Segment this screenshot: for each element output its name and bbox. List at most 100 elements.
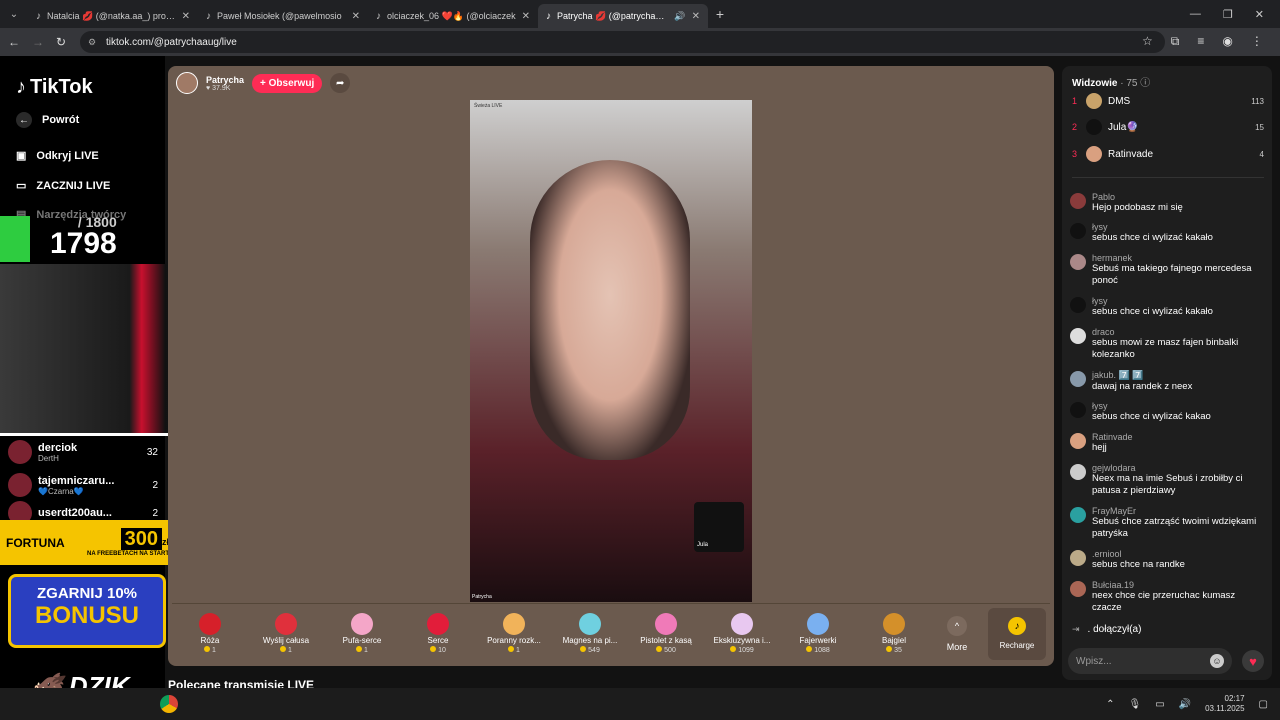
chat-message[interactable]: draco sebus mowi ze masz fajen binbalki k…: [1070, 327, 1260, 361]
browser-tab-3[interactable]: ♪ olciaczek_06 ❤️🔥 (@olciaczek ✕: [368, 4, 538, 28]
url-field[interactable]: ⚙ tiktok.com/@patrychaaug/live: [80, 31, 1165, 53]
chat-message[interactable]: gejwlodara Neex ma na imie Sebuś i zrobił…: [1070, 463, 1260, 497]
co-host-preview[interactable]: Jula: [694, 502, 744, 552]
gift-item[interactable]: Bajgiel 35: [856, 613, 932, 654]
coin-icon: [730, 646, 737, 652]
like-heart-icon[interactable]: ♥: [1242, 650, 1264, 672]
start-live-nav-item[interactable]: ▭ ZACZNIJ LIVE: [16, 179, 110, 193]
volume-icon[interactable]: 🔊: [1179, 699, 1191, 710]
gift-item[interactable]: Magnes na pi... 549: [552, 613, 628, 654]
gift-item[interactable]: Serce 10: [400, 613, 476, 654]
media-controls-icon[interactable]: ≡: [1197, 34, 1204, 49]
chat-message[interactable]: .erniool sebus chce na randke: [1070, 549, 1260, 571]
nav-label: Powrót: [42, 114, 80, 126]
avatar: [1086, 146, 1102, 162]
gift-item[interactable]: Poranny rozk... 1: [476, 613, 552, 654]
coin-icon: [356, 646, 363, 652]
viewer-row[interactable]: derciok DertH 32: [8, 437, 158, 467]
microphone-icon[interactable]: 🎙: [1128, 699, 1141, 710]
chat-message[interactable]: Pablo Hejo podobasz mi się: [1070, 192, 1260, 214]
clock-date: 03.11.2025: [1205, 704, 1245, 713]
chat-user: draco: [1092, 327, 1115, 337]
chat-user: Bułciaa.19: [1092, 580, 1135, 590]
browser-tab-2[interactable]: ♪ Paweł Mosiołek (@pawelmosio ✕: [198, 4, 368, 28]
top-viewer-row[interactable]: 3 Ratinvade 4: [1072, 146, 1264, 162]
chat-message[interactable]: łysy sebus chce ci wylizać kakao: [1070, 401, 1260, 423]
avatar: [1070, 193, 1086, 209]
back-icon[interactable]: ←: [8, 35, 20, 49]
browser-tab-1[interactable]: ♪ Natalcia 💋 (@natka.aa_) prowa ✕: [28, 4, 198, 28]
chat-message[interactable]: Ratinvade hejj: [1070, 432, 1260, 454]
video-camera-icon: ▭: [16, 180, 27, 192]
chat-message[interactable]: łysy sebus chce ci wylizać kakało: [1070, 222, 1260, 244]
chat-text: Neex ma na imie Sebuś i zrobiłby ci patu…: [1092, 473, 1243, 496]
top-viewer-row[interactable]: 1 DMS 113: [1072, 93, 1264, 109]
chrome-icon[interactable]: [160, 695, 178, 713]
bookmark-star-icon[interactable]: ☆: [1142, 34, 1153, 49]
chat-message[interactable]: łysy sebus chce ci wylizać kakało: [1070, 296, 1260, 318]
browser-tab-4[interactable]: ♪ Patrycha 💋 (@patrychaaug 🔊 ✕: [538, 4, 708, 28]
chat-user: Pablo: [1092, 192, 1116, 202]
gift-item[interactable]: Wyślij całusa 1: [248, 613, 324, 654]
gift-price: 10: [438, 647, 446, 654]
tab-title: Patrycha 💋 (@patrychaaug: [557, 10, 669, 21]
viewer-row[interactable]: tajemniczaru... 💙Czarna💙 2: [8, 470, 158, 500]
site-info-icon[interactable]: ⚙: [88, 37, 96, 48]
info-icon[interactable]: ⓘ: [1140, 78, 1150, 89]
top-viewer-row[interactable]: 2 Jula🔮 15: [1072, 119, 1264, 135]
chat-message[interactable]: Bułciaa.19 neex chce cie przeruchac kumas…: [1070, 580, 1260, 614]
chat-message[interactable]: FrayMayEr Sebuś chce zatrząść twoimi wdzi…: [1070, 506, 1260, 540]
avatar: [1070, 254, 1086, 270]
emoji-icon[interactable]: ☺: [1210, 654, 1224, 668]
chat-input[interactable]: Wpisz... ☺: [1068, 648, 1232, 674]
close-window-icon[interactable]: ✕: [1255, 8, 1264, 21]
clock[interactable]: 02:17 03.11.2025: [1205, 694, 1244, 714]
gift-item[interactable]: Róża 1: [172, 613, 248, 654]
tab-search-icon[interactable]: ⌄: [0, 9, 28, 20]
gift-name: Fajerwerki: [799, 636, 837, 645]
gift-item[interactable]: Fajerwerki 1088: [780, 613, 856, 654]
co-host-name: Jula: [697, 542, 709, 548]
reload-icon[interactable]: ↻: [56, 35, 66, 49]
recharge-button[interactable]: ♪ Recharge: [988, 607, 1046, 660]
gift-price: 1: [288, 647, 292, 654]
gift-name: Wyślij całusa: [262, 636, 310, 645]
restore-icon[interactable]: ❐: [1223, 8, 1233, 21]
network-icon[interactable]: ▭: [1155, 699, 1164, 710]
avatar: [1070, 402, 1086, 418]
share-icon[interactable]: ➦: [330, 73, 351, 93]
notifications-icon[interactable]: ▢: [1259, 699, 1268, 710]
close-tab-icon[interactable]: ✕: [182, 11, 190, 22]
extensions-icon[interactable]: ⧉: [1171, 34, 1180, 49]
avatar: [1070, 328, 1086, 344]
forward-icon[interactable]: →: [32, 35, 44, 49]
gift-price: 1: [516, 647, 520, 654]
close-tab-icon[interactable]: ✕: [692, 11, 700, 22]
close-tab-icon[interactable]: ✕: [352, 11, 360, 22]
discover-live-nav-item[interactable]: ▣ Odkryj LIVE: [16, 149, 99, 163]
gift-item[interactable]: Pufa-serce 1: [324, 613, 400, 654]
gift-item[interactable]: Ekskluzywna i... 1099: [704, 613, 780, 654]
join-notice: ⇥ . dołączył(a): [1072, 624, 1141, 635]
back-nav-item[interactable]: ← Powrót: [16, 112, 79, 128]
new-tab-icon[interactable]: +: [708, 6, 732, 22]
host-name[interactable]: Patrycha: [206, 75, 244, 85]
top-viewer-score: 15: [1255, 122, 1264, 132]
follow-button[interactable]: + Obserwuj: [252, 73, 323, 93]
audio-playing-icon[interactable]: 🔊: [674, 11, 685, 22]
gift-item[interactable]: Pistolet z kasą 500: [628, 613, 704, 654]
close-tab-icon[interactable]: ✕: [522, 11, 530, 22]
tiktok-logo[interactable]: ♪ TikTok: [16, 76, 93, 99]
more-gifts-button[interactable]: ^ More: [932, 615, 982, 652]
bonus-line-2: BONUSU: [34, 602, 139, 629]
browser-menu-icon[interactable]: ⋮: [1251, 34, 1263, 49]
minimize-icon[interactable]: —: [1190, 8, 1201, 21]
chat-message[interactable]: hermanek Sebuś ma takiego fajnego mercede…: [1070, 253, 1260, 287]
gift-bar: Róża 1 Wyślij całusa 1 Pufa-serce 1 Serce 10…: [172, 603, 1050, 663]
profile-icon[interactable]: ◉: [1222, 34, 1232, 49]
chat-text: sebus chce na randke: [1092, 559, 1185, 570]
chevron-up-icon[interactable]: ⌃: [1106, 699, 1114, 710]
viewers-header[interactable]: Widzowie · 75 ⓘ: [1072, 74, 1150, 89]
host-avatar[interactable]: [176, 72, 198, 94]
chat-message[interactable]: jakub. 7️⃣ 7️⃣ dawaj na randek z neex: [1070, 370, 1260, 393]
